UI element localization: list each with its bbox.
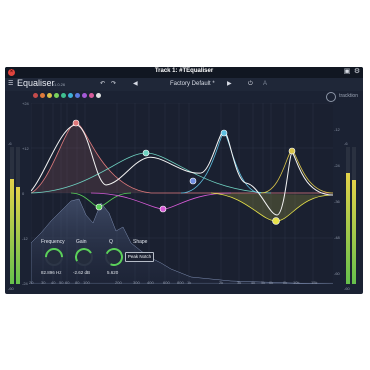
y-tick-label: +12 [22,146,29,151]
x-tick-label: 6k [269,280,274,285]
x-tick-label: 600 [163,280,170,285]
plugin-toolbar: ☰ Equaliser v1.0.26 ↶ ↷ ◀ Factory Defaul… [5,78,363,102]
preset-next-icon[interactable]: ▶ [227,80,232,89]
meter-label-left-bottom: -60 [8,286,14,291]
band-dot-6[interactable] [68,93,73,98]
y-tick-label: +24 [22,101,29,106]
title-bar: × Track 1: #TEqualiser ▣ ⚙ [5,67,363,78]
x-tick-label: 20 [29,280,34,285]
band-dot-1[interactable] [33,93,38,98]
y-tick-label-right: -60 [334,271,340,276]
y-tick-label: -24 [22,281,28,286]
menu-icon[interactable]: ☰ [8,80,13,89]
y-tick-label: 0 [22,191,25,196]
y-tick-label: -12 [22,236,28,241]
power-icon[interactable]: ⏻ [248,80,253,89]
x-tick-label: 10k [293,280,300,285]
band-handle-4[interactable] [159,205,167,213]
x-tick-label: 8k [283,280,288,285]
y-tick-label-right: -24 [334,163,340,168]
redo-icon[interactable]: ↷ [111,80,116,89]
shape-label: Shape [133,239,148,245]
frequency-label: Frequency [41,239,65,245]
plugin-name: Equaliser [17,78,55,88]
band-handle-2[interactable] [95,203,103,211]
output-meter-left [346,147,350,284]
logo-text: tracktion [339,93,358,99]
band-dot-4[interactable] [54,93,59,98]
band-dot-5[interactable] [61,93,66,98]
input-meter-left [10,147,14,284]
x-tick-label: 50 [59,280,64,285]
camera-icon[interactable]: ▣ [343,68,351,76]
meter-label-right-bottom: -60 [344,286,350,291]
x-tick-label: 300 [133,280,140,285]
preset-selector[interactable]: Factory Default * [170,80,215,89]
band-dot-7[interactable] [75,93,80,98]
y-tick-label-right: -12 [334,127,340,132]
output-meter-right-level [352,180,356,284]
band-handle-6[interactable] [220,129,228,137]
x-tick-label: 800 [177,280,184,285]
band-handle-7[interactable] [272,217,280,225]
x-tick-label: 200 [115,280,122,285]
frequency-value: 82.896 Hz [41,270,62,275]
output-meter-right [352,147,356,284]
y-tick-label-right: -48 [334,235,340,240]
x-tick-label: 2k [219,280,224,285]
band-dot-8[interactable] [82,93,87,98]
meter-label-right-top: -6 [344,141,348,146]
undo-icon[interactable]: ↶ [100,80,105,89]
input-meter-right [16,147,20,284]
x-tick-label: 1k [187,280,192,285]
q-knob[interactable] [102,245,126,269]
logo-ring-icon [326,92,336,102]
band-handle-1[interactable] [72,119,80,127]
y-tick-label-right: -36 [334,199,340,204]
q-value: 5.620 [107,270,119,275]
window-title: Track 1: #TEqualiser [154,68,214,74]
band-dot-2[interactable] [40,93,45,98]
x-tick-label: 40 [51,280,56,285]
x-tick-label: 15k [311,280,318,285]
preset-prev-icon[interactable]: ◀ [133,80,138,89]
band-handle-8[interactable] [288,147,296,155]
input-meter-left-level [10,179,14,284]
input-meter-right-level [16,187,20,284]
equaliser-window: × Track 1: #TEqualiser ▣ ⚙ ☰ Equaliser v… [5,67,363,294]
x-tick-label: 80 [75,280,80,285]
q-label: Q [109,239,113,245]
settings-icon[interactable]: ⚙ [353,68,361,76]
ab-button[interactable]: A [263,80,267,89]
band-handle-3[interactable] [142,149,150,157]
meter-label-left-top: -6 [8,141,12,146]
band-dot-9[interactable] [89,93,94,98]
plugin-version: v1.0.26 [52,82,66,87]
band-dot-3[interactable] [47,93,52,98]
gain-value: -2.62 dB [73,270,91,275]
output-meter-left-level [346,173,350,284]
gain-label: Gain [76,239,87,245]
x-tick-label: 100 [83,280,90,285]
shape-dropdown[interactable]: Peak Notch [125,252,154,262]
x-tick-label: 60 [65,280,70,285]
tracktion-logo: tracktion [326,91,358,102]
x-tick-label: 30 [41,280,46,285]
x-tick-label: 5k [261,280,266,285]
band-handle-5[interactable] [189,177,197,185]
x-tick-label: 3k [237,280,242,285]
gain-knob[interactable] [72,245,96,269]
band-dot-10[interactable] [96,93,101,98]
frequency-knob[interactable] [41,244,67,270]
x-tick-label: 4k [251,280,256,285]
x-tick-label: 400 [147,280,154,285]
